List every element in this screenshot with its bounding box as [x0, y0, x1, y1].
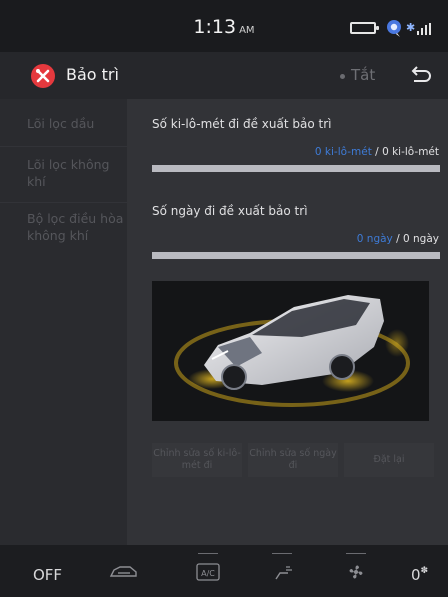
fan-level-display: 0✽ — [411, 566, 429, 584]
seat-airflow-button[interactable] — [262, 545, 302, 597]
edit-km-button[interactable]: Chỉnh sửa số ki-lô-mét đi — [152, 443, 242, 477]
fan-button[interactable] — [336, 545, 376, 597]
fan-indicator-line — [346, 553, 366, 554]
fan-icon — [349, 565, 363, 579]
climate-bar: OFF A/C 0✽ — [0, 545, 448, 597]
ac-label: A/C — [201, 569, 215, 578]
status-indicator-dot — [340, 74, 345, 79]
days-separator: / — [396, 233, 400, 245]
days-current: 0 ngày — [356, 233, 393, 245]
days-value: 0 ngày / 0 ngày — [357, 233, 439, 245]
km-target: 0 ki-lô-mét — [382, 146, 439, 158]
days-progress-bar — [152, 252, 440, 259]
km-section-title: Số ki-lô-mét đi đề xuất bảo trì — [152, 117, 332, 131]
main-panel: Số ki-lô-mét đi đề xuất bảo trì 0 ki-lô-… — [127, 99, 448, 545]
voice-assistant-icon[interactable] — [385, 18, 403, 38]
sidebar-item-oil-filter[interactable]: Lõi lọc dầu — [0, 99, 127, 147]
sidebar: Lõi lọc dầu Lõi lọc không khí Bộ lọc điề… — [0, 99, 127, 545]
sidebar-item-ac-filter[interactable]: Bộ lọc điều hòa không khí — [0, 203, 127, 263]
battery-icon — [350, 22, 379, 34]
fan-level-icon: ✽ — [420, 566, 429, 576]
status-bar: 1:13 AM ✱ — [0, 0, 448, 52]
climate-off-button[interactable]: OFF — [33, 566, 62, 584]
bluetooth-icon: ✱ — [406, 21, 416, 34]
km-current: 0 ki-lô-mét — [314, 146, 372, 158]
ac-indicator-line — [198, 553, 218, 554]
wrench-screwdriver-icon — [31, 64, 55, 88]
days-target: 0 ngày — [403, 233, 439, 245]
seat-airflow-icon — [275, 566, 292, 580]
car-recirculation-icon — [109, 566, 137, 577]
seat-airflow-indicator-line — [272, 553, 292, 554]
days-section-title: Số ngày đi đề xuất bảo trì — [152, 204, 308, 218]
km-separator: / — [375, 146, 379, 158]
status-clock: 1:13 AM — [193, 16, 255, 38]
maintenance-status-toggle[interactable]: Tắt — [351, 66, 375, 84]
km-value: 0 ki-lô-mét / 0 ki-lô-mét — [315, 146, 439, 158]
back-button[interactable] — [408, 65, 432, 87]
edit-days-button[interactable]: Chỉnh sửa số ngày đi — [248, 443, 338, 477]
reset-button[interactable]: Đặt lại — [344, 443, 434, 477]
sidebar-item-air-filter[interactable]: Lõi lọc không khí — [0, 147, 127, 203]
ac-icon: A/C — [196, 563, 220, 581]
km-progress-bar — [152, 165, 440, 172]
car-recirculation-button[interactable] — [104, 545, 144, 597]
page-title: Bảo trì — [66, 65, 119, 84]
ac-button[interactable]: A/C — [188, 545, 228, 597]
car-illustration — [152, 281, 429, 421]
header: Bảo trì Tắt — [0, 52, 448, 99]
signal-strength-icon — [417, 23, 431, 35]
status-ampm: AM — [239, 25, 255, 36]
